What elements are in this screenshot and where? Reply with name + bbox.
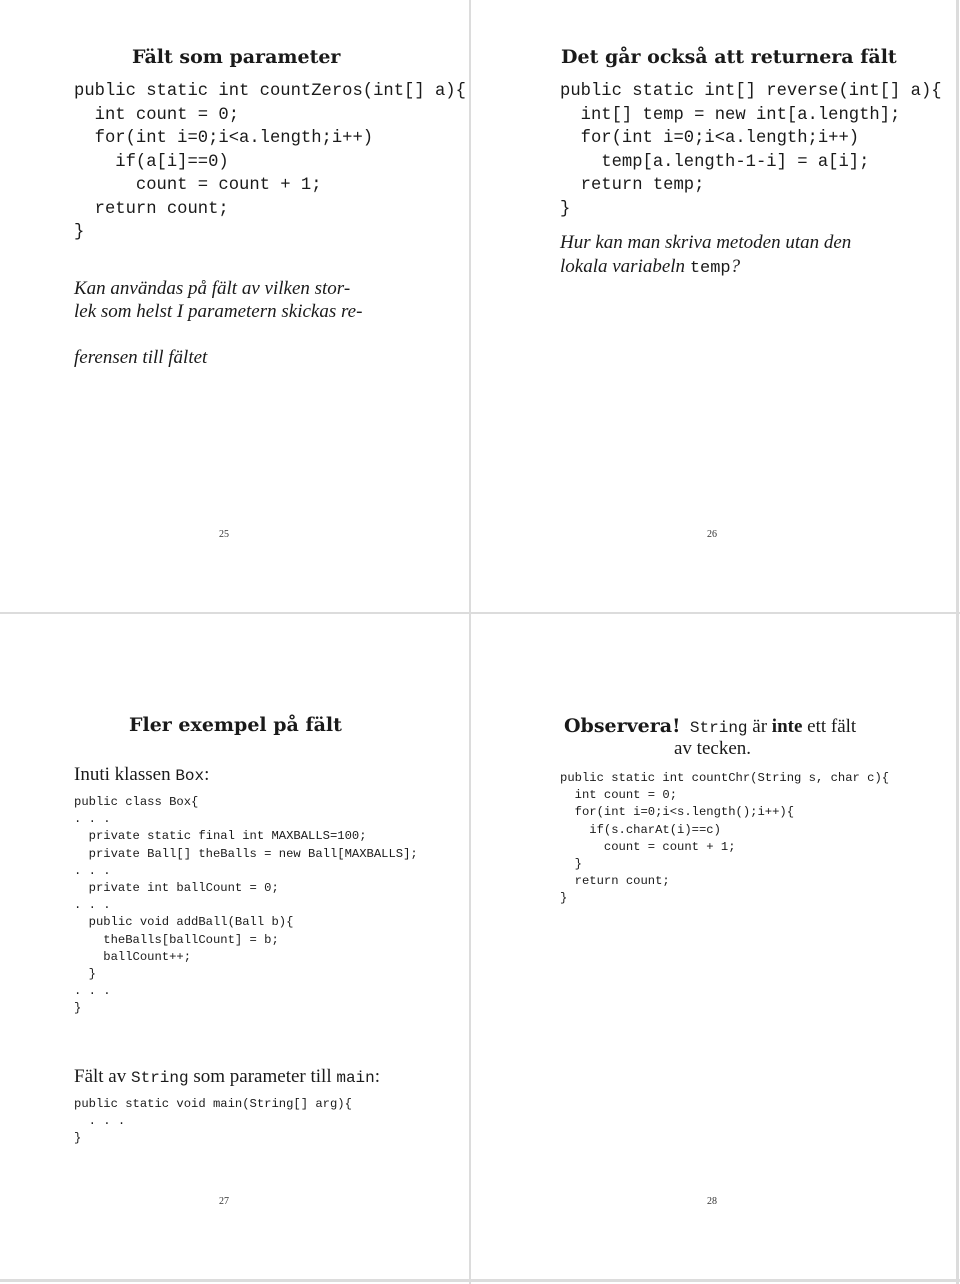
intro-label: Inuti klassen <box>74 764 176 785</box>
main-colon: : <box>374 1066 381 1087</box>
observe-line-1: Observera! String är inte ett fält <box>564 715 856 738</box>
question-text: lokala variabeln <box>560 256 690 277</box>
observe-line-2: av tecken. <box>674 738 752 759</box>
slide-page-25: Fält som parameter public static int cou… <box>0 0 469 612</box>
observe-label: Observera! <box>564 715 681 737</box>
code-block: public static int countChr(String s, cha… <box>560 771 890 906</box>
observe-text-2: ett fält <box>802 716 857 737</box>
slide-page-26: Det går också att returnera fält public … <box>471 0 956 612</box>
intro-code: Box <box>175 767 205 785</box>
slide-page-28: Observera! String är inte ett fält av te… <box>471 614 956 1279</box>
code-block: public static int[] reverse(int[] a){ in… <box>560 82 942 219</box>
main-code-2: main <box>336 1069 375 1087</box>
page-number: 25 <box>219 529 229 540</box>
note-text-line-2: lek som helst I parametern skickas re- <box>74 301 363 322</box>
observe-text-1: är <box>747 716 772 737</box>
question-line-1: Hur kan man skriva metoden utan den <box>560 232 852 253</box>
slide-page-27: Fler exempel på fält Inuti klassen Box: … <box>0 614 469 1279</box>
main-param-text: Fält av String som parameter till main: <box>74 1066 380 1088</box>
intro-colon: : <box>204 764 210 785</box>
main-text-2: som parameter till <box>188 1066 337 1087</box>
slide-title: Det går också att returnera fält <box>561 46 897 68</box>
observe-code: String <box>689 719 748 737</box>
document-sheet: Fält som parameter public static int cou… <box>0 0 960 1284</box>
code-block: public static int countZeros(int[] a){ i… <box>74 82 466 242</box>
page-number: 26 <box>707 529 717 540</box>
main-text-1: Fält av <box>74 1066 131 1087</box>
main-code-1: String <box>131 1069 189 1087</box>
page-edge-right <box>956 0 959 1284</box>
slide-title: Fält som parameter <box>132 46 341 68</box>
question-code: temp <box>689 259 731 278</box>
main-code-block: public static void main(String[] arg){ .… <box>74 1097 352 1146</box>
observe-bold: inte <box>771 716 803 737</box>
slide-title: Fler exempel på fält <box>129 714 342 736</box>
page-number: 27 <box>219 1196 229 1207</box>
note-text-line-1: Kan användas på fält av vilken stor- <box>74 278 351 299</box>
question-line-2: lokala variabeln temp? <box>560 255 740 280</box>
code-block: public class Box{ . . . private static f… <box>74 795 418 1016</box>
intro-text: Inuti klassen Box: <box>74 764 209 786</box>
question-mark: ? <box>730 256 741 277</box>
note-text-line-3: ferensen till fältet <box>74 347 208 368</box>
page-number: 28 <box>707 1196 717 1207</box>
page-edge-bottom <box>0 1279 960 1282</box>
